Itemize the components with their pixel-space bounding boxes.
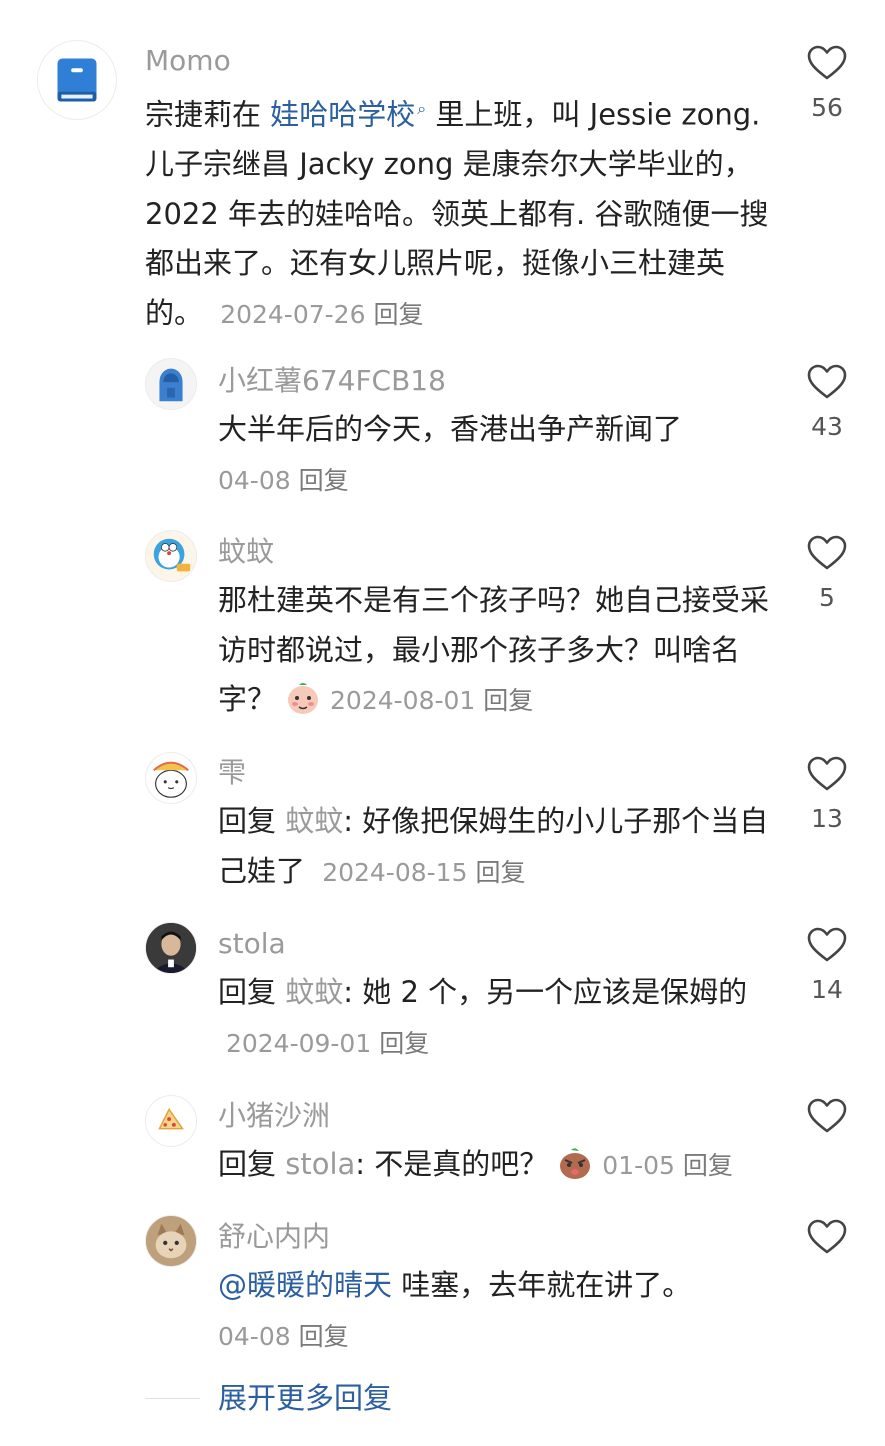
mention-link[interactable]: @暖暖的晴天 xyxy=(218,1268,392,1302)
comment-meta: 2024-08-01 回复 xyxy=(330,686,533,715)
angry-emoji-icon xyxy=(556,1144,594,1182)
divider xyxy=(145,1397,200,1399)
comment-text: 那杜建英不是有三个孩子吗？她自己接受采访时都说过，最小那个孩子多大？叫啥名字？ 2… xyxy=(218,583,770,717)
comment-date: 04-08 xyxy=(218,465,291,495)
reply-button[interactable]: 回复 xyxy=(475,858,525,887)
avatar[interactable] xyxy=(145,358,197,410)
comment-text: 宗捷莉在 娃哈哈学校 ⌕ 里上班，叫 Jessie zong. 儿子宗继昌 Jac… xyxy=(145,97,769,330)
avatar[interactable] xyxy=(145,1095,197,1147)
comment-text: 大半年后的今天，香港出争产新闻了 04-08 回复 xyxy=(218,412,683,495)
heart-icon xyxy=(807,756,847,791)
blushing-emoji-icon xyxy=(284,679,322,717)
comment-text: 回复 stola: 不是真的吧？ 01-05 回复 xyxy=(218,1140,778,1191)
username[interactable]: 舒心内内 xyxy=(218,1220,330,1254)
man-photo-avatar xyxy=(146,923,196,973)
avatar[interactable] xyxy=(37,40,117,120)
avatar[interactable] xyxy=(145,1215,197,1267)
comment-date: 2024-07-26 xyxy=(220,299,366,329)
comment-text: 回复 蚊蚊: 她 2 个，另一个应该是保姆的 2024-09-01 回复 xyxy=(218,975,748,1058)
blue-hoodie-avatar xyxy=(159,368,183,402)
expand-more-label[interactable]: 展开更多回复 xyxy=(218,1378,392,1418)
username[interactable]: Momo xyxy=(145,44,231,78)
reply-button[interactable]: 回复 xyxy=(379,1029,429,1058)
pizza-slice-avatar xyxy=(158,1108,184,1130)
username[interactable]: 蚊蚊 xyxy=(218,535,274,569)
comment-meta: 2024-07-26 回复 xyxy=(212,300,423,329)
comment-meta: 04-08 回复 xyxy=(218,466,349,495)
comment-meta: 01-05 回复 xyxy=(602,1151,733,1180)
comment-meta: 04-08 回复 xyxy=(218,1322,349,1351)
like-button[interactable] xyxy=(797,1219,857,1255)
reply-button[interactable]: 回复 xyxy=(373,300,423,329)
comment-date: 2024-08-15 xyxy=(322,857,468,887)
like-button[interactable]: 14 xyxy=(797,927,857,1005)
cat-photo-avatar xyxy=(146,1216,196,1266)
search-icon: ⌕ xyxy=(417,99,427,118)
reply-target[interactable]: 蚊蚊 xyxy=(285,804,343,838)
heart-icon xyxy=(807,535,847,570)
expand-more-replies[interactable]: 展开更多回复 xyxy=(145,1378,392,1418)
reply-button[interactable]: 回复 xyxy=(299,466,349,495)
username[interactable]: 小猪沙洲 xyxy=(218,1099,330,1133)
comment-text: 回复 蚊蚊: 好像把保姆生的小儿子那个当自己娃了 2024-08-15 回复 xyxy=(218,804,769,888)
username[interactable]: 雫 xyxy=(218,756,246,790)
heart-icon xyxy=(807,1098,847,1133)
white-bear-avatar xyxy=(153,761,189,798)
comment-date: 2024-09-01 xyxy=(225,1028,372,1058)
reply-button[interactable]: 回复 xyxy=(683,1151,733,1180)
topic-link[interactable]: 娃哈哈学校 xyxy=(270,98,415,132)
comment-date: 2024-08-01 xyxy=(330,686,476,715)
comment-date: 01-05 xyxy=(602,1151,675,1180)
like-button[interactable]: 43 xyxy=(797,364,857,442)
like-button[interactable]: 56 xyxy=(797,45,857,123)
like-button[interactable]: 5 xyxy=(797,535,857,613)
doraemon-avatar xyxy=(153,538,191,572)
heart-icon xyxy=(807,45,847,80)
avatar[interactable] xyxy=(145,530,197,582)
username[interactable]: stola xyxy=(218,927,286,961)
like-count: 14 xyxy=(811,975,843,1004)
blue-book-icon xyxy=(57,58,97,102)
heart-icon xyxy=(807,364,847,399)
heart-icon xyxy=(807,1219,847,1254)
reply-target[interactable]: 蚊蚊 xyxy=(285,975,343,1009)
heart-icon xyxy=(807,927,847,962)
avatar[interactable] xyxy=(145,922,197,974)
like-count: 56 xyxy=(811,93,843,122)
comment-meta: 2024-08-15 回复 xyxy=(314,858,525,887)
like-button[interactable]: 13 xyxy=(797,756,857,834)
like-count: 13 xyxy=(811,804,843,833)
comment-text: @暖暖的晴天 哇塞，去年就在讲了。 04-08 回复 xyxy=(218,1268,692,1351)
like-count: 43 xyxy=(811,412,843,441)
like-count: 5 xyxy=(819,583,835,612)
username[interactable]: 小红薯674FCB18 xyxy=(218,364,446,398)
reply-button[interactable]: 回复 xyxy=(483,686,533,715)
reply-button[interactable]: 回复 xyxy=(299,1322,349,1351)
comment-meta: 2024-09-01 回复 xyxy=(218,1029,429,1058)
avatar[interactable] xyxy=(145,752,197,804)
reply-target[interactable]: stola xyxy=(285,1147,355,1181)
like-button[interactable] xyxy=(797,1098,857,1134)
comment-date: 04-08 xyxy=(218,1321,291,1351)
